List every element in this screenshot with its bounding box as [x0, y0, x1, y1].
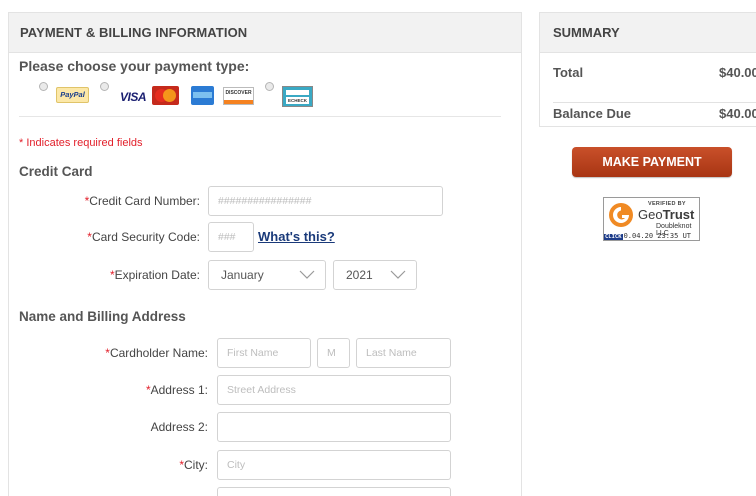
expiration-label: *Expiration Date:: [109, 268, 200, 282]
address2-input[interactable]: [217, 412, 451, 442]
balance-row: Balance Due $40.00: [553, 106, 756, 121]
address1-input[interactable]: Street Address: [217, 375, 451, 405]
visa-logo[interactable]: VISA: [120, 90, 147, 104]
paypal-radio[interactable]: [39, 82, 48, 91]
echeck-radio[interactable]: [265, 82, 274, 91]
billing-panel-header: PAYMENT & BILLING INFORMATION: [9, 13, 521, 53]
discover-logo[interactable]: DISCOVER: [223, 87, 254, 105]
security-code-label: *Card Security Code:: [87, 230, 200, 244]
payment-divider: [19, 116, 501, 117]
address1-label: *Address 1:: [145, 383, 208, 397]
first-name-input[interactable]: First Name: [217, 338, 311, 368]
total-row: Total $40.00: [553, 65, 756, 80]
expiration-month-select[interactable]: January: [208, 260, 326, 290]
payment-type-title: Please choose your payment type:: [19, 58, 250, 74]
discover-logo-text: DISCOVER: [225, 90, 252, 96]
amex-logo[interactable]: [191, 86, 214, 105]
chevron-down-icon: [390, 270, 406, 279]
expiration-year-value: 2021: [346, 268, 373, 282]
total-label: Total: [553, 65, 584, 80]
billing-address-title: Name and Billing Address: [19, 309, 186, 324]
credit-card-title: Credit Card: [19, 164, 93, 179]
card-number-input[interactable]: ################: [208, 186, 443, 216]
middle-initial-input[interactable]: M: [317, 338, 350, 368]
balance-value: $40.00: [719, 106, 756, 121]
security-code-input[interactable]: ###: [208, 222, 254, 252]
city-label: *City:: [179, 458, 208, 472]
chevron-down-icon: [299, 270, 315, 279]
geotrust-logo-icon: [609, 203, 633, 227]
cardholder-label: *Cardholder Name:: [105, 346, 208, 360]
geotrust-seal[interactable]: VERIFIED BY GeoTrust Doubleknot LLC CLIC…: [603, 197, 700, 241]
next-field-input[interactable]: [217, 487, 451, 496]
address2-label: Address 2:: [150, 420, 208, 434]
balance-label: Balance Due: [553, 106, 632, 121]
summary-panel: SUMMARY Total $40.00 Balance Due $40.00: [539, 12, 756, 127]
card-number-label: *Credit Card Number:: [84, 194, 200, 208]
expiration-year-select[interactable]: 2021: [333, 260, 417, 290]
card-radio[interactable]: [100, 82, 109, 91]
geotrust-date: CLICK 0.04.20 23:35 UT: [604, 232, 691, 240]
paypal-logo[interactable]: PayPal: [56, 87, 89, 103]
whats-this-link[interactable]: What's this?: [258, 229, 335, 244]
echeck-logo-text: ECHECK: [286, 97, 309, 104]
total-value: $40.00: [719, 65, 756, 80]
last-name-input[interactable]: Last Name: [356, 338, 451, 368]
required-fields-note: * Indicates required fields: [19, 137, 143, 149]
expiration-month-value: January: [221, 268, 264, 282]
city-input[interactable]: City: [217, 450, 451, 480]
summary-divider: [553, 102, 756, 103]
echeck-logo[interactable]: ECHECK: [282, 86, 313, 107]
mastercard-logo[interactable]: [152, 86, 179, 105]
geotrust-brand: GeoTrust: [638, 207, 695, 222]
summary-header: SUMMARY: [540, 13, 756, 53]
make-payment-button[interactable]: MAKE PAYMENT: [572, 147, 732, 177]
